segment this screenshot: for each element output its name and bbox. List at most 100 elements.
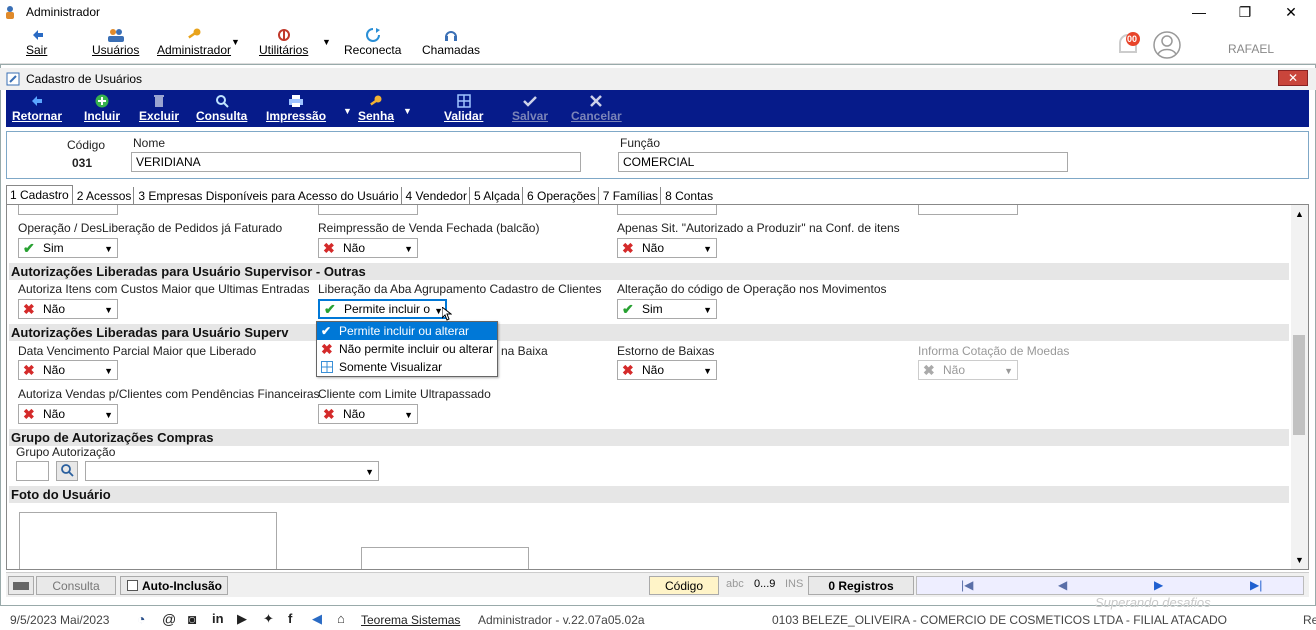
linkedin-icon[interactable]: in — [212, 611, 224, 626]
op-deslib-select[interactable]: ✔ Sim ▼ — [18, 238, 118, 258]
reimpressao-label: Reimpressão de Venda Fechada (balcão) — [318, 221, 540, 235]
cliente-limite-label: Cliente com Limite Ultrapassado — [318, 387, 491, 401]
grupo-aut-code-input[interactable] — [16, 461, 49, 481]
tab-empresas[interactable]: 3 Empresas Disponíveis para Acesso do Us… — [136, 187, 402, 204]
codigo-label: Código — [67, 138, 106, 152]
user-photo-box[interactable] — [19, 512, 277, 569]
utilitarios-button[interactable]: Utilitários — [259, 26, 308, 57]
close-window-button[interactable]: ✕ — [1268, 0, 1314, 24]
checkbox-icon — [127, 580, 138, 591]
partial-combo-2[interactable] — [318, 205, 418, 215]
funcao-input[interactable]: COMERCIAL — [618, 152, 1068, 172]
chevron-down-icon: ▼ — [404, 410, 413, 420]
x-icon: ✖ — [622, 361, 634, 378]
liberacao-aba-select[interactable]: ✔ Permite incluir o ▼ — [318, 299, 447, 319]
impressao-button[interactable]: Impressão — [266, 93, 326, 123]
previous-record-icon[interactable]: ◀ — [1058, 578, 1067, 592]
keyboard-icon[interactable] — [8, 576, 34, 595]
salvar-button[interactable]: Salvar — [512, 93, 548, 123]
logged-user-name: RAFAEL — [1228, 42, 1275, 56]
at-icon[interactable]: @ — [162, 611, 176, 627]
partial-combo-1[interactable] — [18, 205, 118, 215]
partial-combo-3[interactable] — [617, 205, 717, 215]
alteracao-cod-select[interactable]: ✔ Sim ▼ — [617, 299, 717, 319]
instagram-icon[interactable]: ◙ — [188, 611, 196, 627]
teorema-link[interactable]: Teorema Sistemas — [361, 613, 460, 627]
senha-button[interactable]: Senha — [358, 93, 394, 123]
key-icon — [186, 26, 202, 43]
vertical-scrollbar[interactable]: ▲ ▼ — [1291, 205, 1308, 569]
search-icon — [61, 464, 74, 477]
sair-button[interactable]: Sair — [26, 26, 47, 57]
users-icon — [107, 26, 125, 43]
youtube-icon[interactable]: ▶ — [237, 611, 247, 627]
minimize-button[interactable]: — — [1176, 0, 1222, 24]
consulta-button[interactable]: Consulta — [196, 93, 247, 123]
excluir-button[interactable]: Excluir — [139, 93, 179, 123]
codigo-value: 031 — [72, 156, 93, 170]
senha-dropdown-icon[interactable]: ▼ — [403, 106, 412, 116]
facebook-icon[interactable]: f — [288, 611, 292, 626]
impressao-dropdown-icon[interactable]: ▼ — [343, 106, 352, 116]
return-icon — [30, 93, 44, 109]
photo-button-area[interactable] — [361, 547, 529, 569]
check-icon: ✔ — [622, 300, 634, 317]
incluir-button[interactable]: Incluir — [84, 93, 120, 123]
administrador-button[interactable]: Administrador — [157, 26, 231, 57]
check-icon — [523, 93, 537, 109]
tab-acessos[interactable]: 2 Acessos — [75, 187, 135, 204]
last-record-icon[interactable]: ▶| — [1250, 578, 1262, 592]
scroll-thumb[interactable] — [1293, 335, 1305, 435]
telegram-icon[interactable]: ◀ — [312, 611, 322, 627]
nome-input[interactable]: VERIDIANA — [131, 152, 581, 172]
action-toolbar: Retornar Incluir Excluir Consulta Impres… — [6, 90, 1309, 127]
tab-familias[interactable]: 7 Famílias — [601, 187, 662, 204]
child-close-button[interactable]: ✕ — [1278, 70, 1308, 86]
notification-bell-icon[interactable]: 00 — [1114, 30, 1144, 58]
twitter-icon[interactable]: ✦ — [263, 611, 274, 627]
apenas-sit-select[interactable]: ✖ Não ▼ — [617, 238, 717, 258]
maximize-button[interactable]: ❐ — [1222, 0, 1268, 24]
tab-cadastro[interactable]: 1 Cadastro — [6, 185, 73, 204]
estorno-select[interactable]: ✖ Não ▼ — [617, 360, 717, 380]
retornar-button[interactable]: Retornar — [12, 93, 62, 123]
edge-icon[interactable]: ◔ — [137, 611, 145, 627]
administrador-dropdown-icon[interactable]: ▼ — [231, 37, 240, 47]
app-icon — [6, 6, 14, 19]
tab-contas[interactable]: 8 Contas — [663, 187, 715, 204]
form-content: Operação / DesLiberação de Pedidos já Fa… — [6, 204, 1309, 570]
window-titlebar: Administrador — [0, 0, 1316, 24]
user-avatar-icon[interactable] — [1152, 30, 1182, 60]
chamadas-button[interactable]: Chamadas — [422, 26, 480, 57]
validar-button[interactable]: Validar — [444, 93, 483, 123]
tab-vendedor[interactable]: 4 Vendedor — [404, 187, 470, 204]
grupo-aut-search-button[interactable] — [56, 461, 78, 481]
reconecta-button[interactable]: Reconecta — [344, 26, 401, 57]
option-permite[interactable]: ✔ Permite incluir ou alterar — [317, 322, 497, 340]
reimpressao-select[interactable]: ✖ Não ▼ — [318, 238, 418, 258]
grid-icon — [321, 361, 337, 373]
footer-company: 0103 BELEZE_OLIVEIRA - COMERCIO DE COSME… — [772, 613, 1228, 627]
chevron-down-icon: ▼ — [703, 366, 712, 376]
autoriza-vendas-select[interactable]: ✖ Não ▼ — [18, 404, 118, 424]
autoriza-itens-select[interactable]: ✖ Não ▼ — [18, 299, 118, 319]
tab-alcada[interactable]: 5 Alçada — [472, 187, 523, 204]
scroll-up-icon[interactable]: ▲ — [1295, 209, 1304, 219]
chevron-down-icon: ▼ — [104, 244, 113, 254]
grupo-aut-select[interactable]: ▼ — [85, 461, 379, 481]
tab-operacoes[interactable]: 6 Operações — [525, 187, 599, 204]
option-somente-visualizar[interactable]: Somente Visualizar — [317, 358, 497, 376]
partial-combo-4[interactable] — [918, 205, 1018, 215]
data-venc-select[interactable]: ✖ Não ▼ — [18, 360, 118, 380]
first-record-icon[interactable]: |◀ — [961, 578, 973, 592]
option-nao-permite[interactable]: ✖ Não permite incluir ou alterar — [317, 340, 497, 358]
consulta-status-button[interactable]: Consulta — [36, 576, 116, 595]
cancelar-button[interactable]: Cancelar — [571, 93, 622, 123]
footer-tail: Re — [1303, 613, 1316, 627]
usuarios-button[interactable]: Usuários — [92, 26, 139, 57]
cliente-limite-select[interactable]: ✖ Não ▼ — [318, 404, 418, 424]
auto-inclusao-checkbox[interactable]: Auto-Inclusão — [120, 576, 228, 595]
utilitarios-dropdown-icon[interactable]: ▼ — [322, 37, 331, 47]
next-record-icon[interactable]: ▶ — [1154, 578, 1163, 592]
scroll-down-icon[interactable]: ▼ — [1295, 555, 1304, 565]
